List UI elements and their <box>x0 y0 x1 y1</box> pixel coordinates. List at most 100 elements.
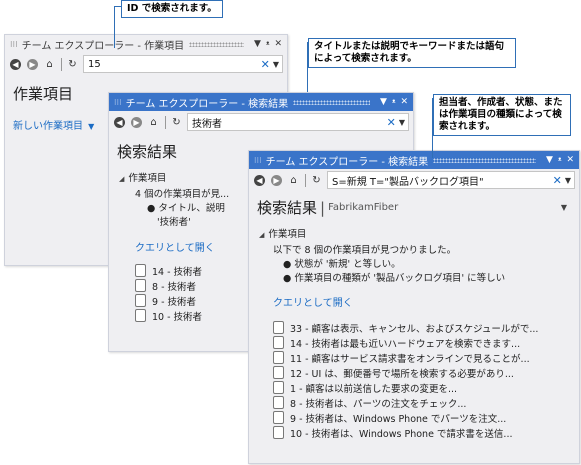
close-icon[interactable]: ✕ <box>566 155 574 165</box>
work-item-icon <box>273 381 284 394</box>
work-item-icon <box>273 351 284 364</box>
criteria-text: 状態が '新規' と等しい。 <box>294 259 401 270</box>
home-icon[interactable]: ⌂ <box>147 116 160 129</box>
dropdown-icon[interactable]: ▼ <box>380 97 387 107</box>
close-icon[interactable]: ✕ <box>274 39 282 49</box>
search-input[interactable]: 技術者 ✕ ▼ <box>187 113 409 131</box>
back-icon[interactable]: ◀ <box>113 116 126 129</box>
titlebar-grip <box>293 99 371 105</box>
callout-connector <box>114 6 115 48</box>
results-summary: 以下で 8 個の作業項目が見つかりました。 <box>273 245 457 256</box>
list-item-label: 11 - 顧客はサービス請求書をオンラインで見ることが... <box>290 353 530 365</box>
project-name[interactable]: FabrikamFiber <box>328 202 561 213</box>
work-item-icon <box>273 396 284 409</box>
home-icon[interactable]: ⌂ <box>43 58 56 71</box>
work-item-icon <box>273 411 284 424</box>
pin-icon[interactable]: ᵜ <box>392 97 396 108</box>
work-item-icon <box>135 264 146 277</box>
window-title: チーム エクスプローラー - 作業項目 <box>21 40 185 52</box>
refresh-icon[interactable]: ↻ <box>170 116 183 129</box>
window-title: チーム エクスプローラー - 検索結果 <box>265 156 429 168</box>
window-titlebar[interactable]: ⁝⁝⁝ チーム エクスプローラー - 検索結果 ▼ ᵜ ✕ <box>249 151 579 169</box>
close-icon[interactable]: ✕ <box>400 97 408 107</box>
forward-icon[interactable]: ▶ <box>26 58 39 71</box>
callout-field-search: 担当者、作成者、状態、または作業項目の種類によって検索されます。 <box>433 94 571 136</box>
refresh-icon[interactable]: ↻ <box>66 58 79 71</box>
work-item-icon <box>135 294 146 307</box>
work-item-icon <box>273 321 284 334</box>
work-item-icon <box>273 426 284 439</box>
list-item[interactable]: 14 - 技術者は最も近いハードウェアを検索できます... <box>273 335 569 350</box>
forward-icon[interactable]: ▶ <box>130 116 143 129</box>
collapse-triangle-icon[interactable]: ◢ <box>259 231 264 239</box>
section-label: 作業項目 <box>268 229 307 240</box>
work-item-icon <box>273 366 284 379</box>
work-item-icon <box>273 336 284 349</box>
new-work-item-link[interactable]: 新しい作業項目 <box>13 121 83 132</box>
home-icon[interactable]: ⌂ <box>287 174 300 187</box>
back-icon[interactable]: ◀ <box>253 174 266 187</box>
grip-icon: ⁝⁝⁝ <box>114 97 122 107</box>
window-search-results-fields: ⁝⁝⁝ チーム エクスプローラー - 検索結果 ▼ ᵜ ✕ ◀ ▶ ⌂ ↻ S=… <box>248 150 580 464</box>
search-input[interactable]: 15 ✕ ▼ <box>83 55 283 73</box>
list-item[interactable]: 11 - 顧客はサービス請求書をオンラインで見ることが... <box>273 350 569 365</box>
search-dropdown-icon[interactable]: ▼ <box>399 118 405 127</box>
list-item[interactable]: 12 - UI は、郵便番号で場所を検索する必要があり... <box>273 365 569 380</box>
refresh-icon[interactable]: ↻ <box>310 174 323 187</box>
clear-search-icon[interactable]: ✕ <box>261 58 270 71</box>
list-item-label: 14 - 技術者 <box>152 266 203 278</box>
list-item[interactable]: 33 - 顧客は表示、キャンセル、およびスケジュールがで... <box>273 320 569 335</box>
criteria-item: ● 作業項目の種類が '製品バックログ項目' に等しい <box>283 273 506 284</box>
toolbar: ◀ ▶ ⌂ ↻ 15 ✕ ▼ <box>5 53 287 75</box>
list-item-label: 33 - 顧客は表示、キャンセル、およびスケジュールがで... <box>290 323 539 335</box>
section-label: 作業項目 <box>128 173 167 184</box>
clear-search-icon[interactable]: ✕ <box>553 174 562 187</box>
titlebar-grip <box>189 41 245 47</box>
list-item-label: 9 - 技術者は、Windows Phone でパーツを注文... <box>290 413 507 425</box>
clear-search-icon[interactable]: ✕ <box>387 116 396 129</box>
grip-icon: ⁝⁝⁝ <box>10 39 18 49</box>
search-dropdown-icon[interactable]: ▼ <box>273 60 279 69</box>
criteria-item: ● 状態が '新規' と等しい。 <box>283 259 401 270</box>
back-icon[interactable]: ◀ <box>9 58 22 71</box>
grip-icon: ⁝⁝⁝ <box>254 155 262 165</box>
toolbar: ◀ ▶ ⌂ ↻ S=新規 T="製品バックログ項目" ✕ ▼ <box>249 169 579 191</box>
search-dropdown-icon[interactable]: ▼ <box>565 176 571 185</box>
toolbar-divider <box>305 173 306 187</box>
pin-icon[interactable]: ᵜ <box>558 155 562 166</box>
list-item-label: 12 - UI は、郵便番号で場所を検索する必要があり... <box>290 368 514 380</box>
callout-keyword-search: タイトルまたは説明でキーワードまたは語句によって検索されます。 <box>308 38 516 68</box>
search-value: 15 <box>88 58 101 70</box>
list-item-label: 14 - 技術者は最も近いハードウェアを検索できます... <box>290 338 521 350</box>
search-input[interactable]: S=新規 T="製品バックログ項目" ✕ ▼ <box>327 171 575 189</box>
list-item[interactable]: 1 - 顧客は以前送信した要求の変更を... <box>273 380 569 395</box>
search-value: S=新規 T="製品バックログ項目" <box>332 176 484 188</box>
callout-id-search: ID で検索されます。 <box>121 0 223 18</box>
criteria-text: 作業項目の種類が '製品バックログ項目' に等しい <box>294 273 506 284</box>
forward-icon[interactable]: ▶ <box>270 174 283 187</box>
dropdown-icon[interactable]: ▼ <box>254 39 261 49</box>
open-as-query-link[interactable]: クエリとして開く <box>273 298 353 309</box>
list-item[interactable]: 8 - 技術者は、パーツの注文をチェック... <box>273 395 569 410</box>
titlebar-grip <box>433 157 537 163</box>
dropdown-icon[interactable]: ▼ <box>546 155 553 165</box>
section-header[interactable]: ◢ 作業項目 <box>259 226 569 240</box>
list-item-label: 8 - 技術者 <box>152 281 197 293</box>
list-item-label: 9 - 技術者 <box>152 296 197 308</box>
list-item-label: 8 - 技術者は、パーツの注文をチェック... <box>290 398 467 410</box>
chevron-down-icon[interactable]: ▼ <box>88 122 94 131</box>
toolbar: ◀ ▶ ⌂ ↻ 技術者 ✕ ▼ <box>109 111 413 133</box>
window-titlebar[interactable]: ⁝⁝⁝ チーム エクスプローラー - 作業項目 ▼ ᵜ ✕ <box>5 35 287 53</box>
project-dropdown-icon[interactable]: ▼ <box>561 203 567 212</box>
page-title: 検索結果 <box>257 199 318 217</box>
list-item-label: 10 - 技術者は、Windows Phone で請求書を送信... <box>290 428 513 440</box>
window-titlebar[interactable]: ⁝⁝⁝ チーム エクスプローラー - 検索結果 ▼ ᵜ ✕ <box>109 93 413 111</box>
list-item[interactable]: 10 - 技術者は、Windows Phone で請求書を送信... <box>273 425 569 440</box>
collapse-triangle-icon[interactable]: ◢ <box>119 175 124 183</box>
toolbar-divider <box>61 57 62 71</box>
open-as-query-link[interactable]: クエリとして開く <box>135 243 215 254</box>
list-item[interactable]: 9 - 技術者は、Windows Phone でパーツを注文... <box>273 410 569 425</box>
pin-icon[interactable]: ᵜ <box>266 39 270 50</box>
work-item-icon <box>135 279 146 292</box>
results-list: 33 - 顧客は表示、キャンセル、およびスケジュールがで... 14 - 技術者… <box>259 320 569 440</box>
